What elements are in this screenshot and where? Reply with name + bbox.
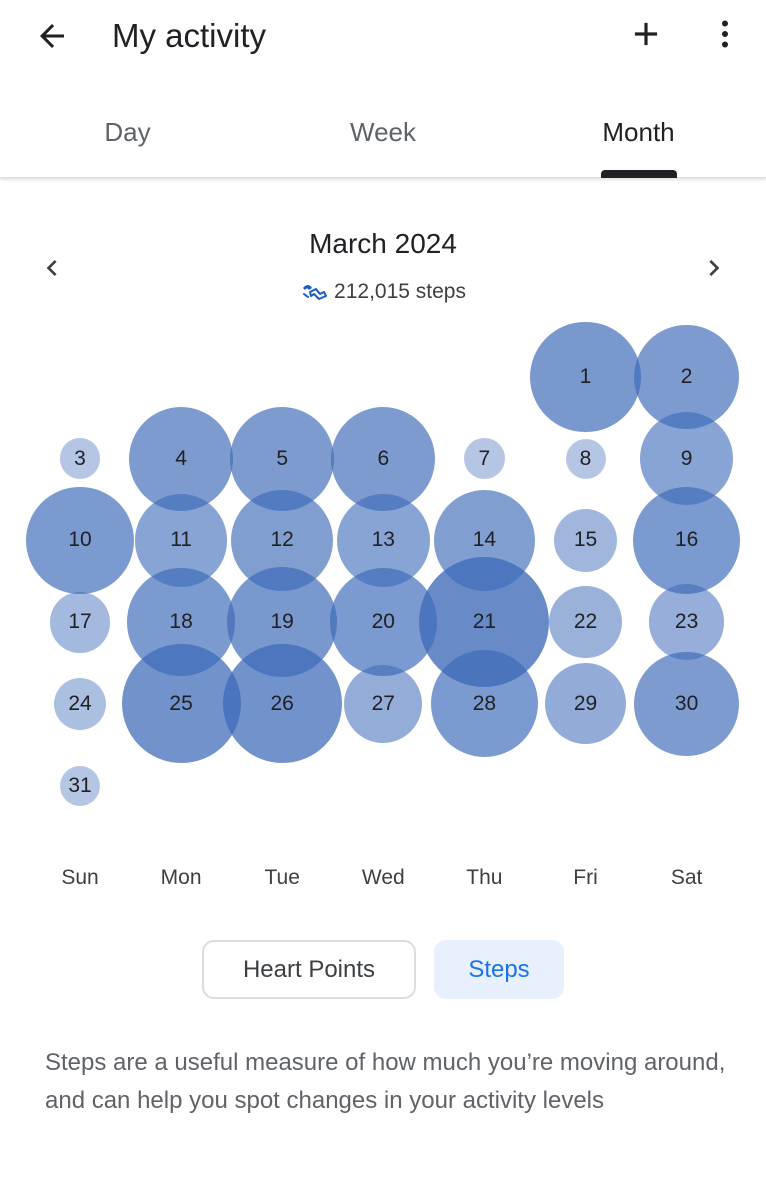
- more-vert-icon: [722, 20, 728, 48]
- day-number: 8: [579, 446, 592, 470]
- steps-description: Steps are a useful measure of how much y…: [45, 1049, 726, 1114]
- day-number: 26: [270, 691, 294, 715]
- month-title: March 2024: [309, 228, 457, 259]
- day-number: 29: [573, 691, 598, 715]
- weekday-label: Thu: [466, 866, 503, 889]
- day-number: 18: [169, 610, 193, 634]
- weekday-label: Tue: [264, 866, 300, 889]
- weekday-labels: Sun Mon Tue Wed Thu Fri Sat: [0, 866, 766, 896]
- active-tab-indicator: [601, 170, 677, 178]
- day-number: 21: [472, 610, 497, 634]
- day-number: 15: [573, 528, 598, 552]
- day-number: 14: [472, 528, 497, 552]
- steps-chip[interactable]: Steps: [434, 940, 564, 999]
- day-number: 3: [74, 446, 86, 470]
- next-month-button[interactable]: [692, 246, 736, 290]
- weekday-label: Sun: [61, 866, 99, 889]
- back-button[interactable]: [30, 14, 74, 58]
- page-title: My activity: [112, 17, 267, 54]
- tab-month[interactable]: Month: [511, 92, 766, 176]
- metric-toggle: Heart Points Steps: [0, 940, 766, 1000]
- day-number: 17: [68, 610, 92, 634]
- day-number: 19: [270, 610, 294, 634]
- day-number: 24: [68, 691, 92, 715]
- day-number: 10: [68, 528, 92, 552]
- tab-day[interactable]: Day: [0, 92, 255, 176]
- weekday-label: Wed: [361, 866, 405, 889]
- plus-icon: [634, 22, 658, 46]
- arrow-back-icon: [40, 24, 64, 48]
- day-number: 28: [472, 691, 497, 715]
- add-button[interactable]: [624, 12, 668, 56]
- day-number: 25: [169, 691, 193, 715]
- day-number: 5: [276, 446, 289, 470]
- day-number: 20: [371, 610, 395, 634]
- chevron-right-icon: [709, 260, 720, 276]
- day-number: 16: [674, 528, 699, 552]
- weekday-label: Fri: [573, 866, 598, 889]
- day-number: 9: [680, 446, 693, 470]
- day-number: 11: [170, 528, 192, 552]
- weekday-label: Sat: [670, 866, 703, 889]
- day-number: 7: [478, 446, 491, 470]
- tab-week[interactable]: Week: [255, 92, 511, 176]
- day-number: 30: [674, 691, 699, 715]
- day-number: 1: [579, 365, 592, 388]
- heart-points-chip[interactable]: Heart Points: [202, 940, 416, 999]
- day-number: 4: [175, 446, 187, 470]
- app-bar: My activity: [0, 0, 766, 72]
- period-tabs: Day Week Month: [0, 92, 766, 178]
- day-number: 23: [674, 610, 699, 634]
- day-number: 13: [371, 528, 395, 552]
- day-number: 6: [377, 446, 390, 470]
- month-steps-calendar: 1 2 3 4 5 6 7 8 9 10 11 12 13 14 15 16 17 18 19 20 21 22 23 24 2…: [0, 300, 766, 840]
- day-number: 2: [680, 365, 693, 388]
- day-number: 12: [270, 528, 294, 552]
- day-number: 31: [68, 773, 92, 797]
- weekday-label: Mon: [160, 866, 202, 889]
- day-number: 22: [573, 610, 598, 634]
- day-number: 27: [371, 691, 395, 715]
- more-options-button[interactable]: [703, 12, 747, 56]
